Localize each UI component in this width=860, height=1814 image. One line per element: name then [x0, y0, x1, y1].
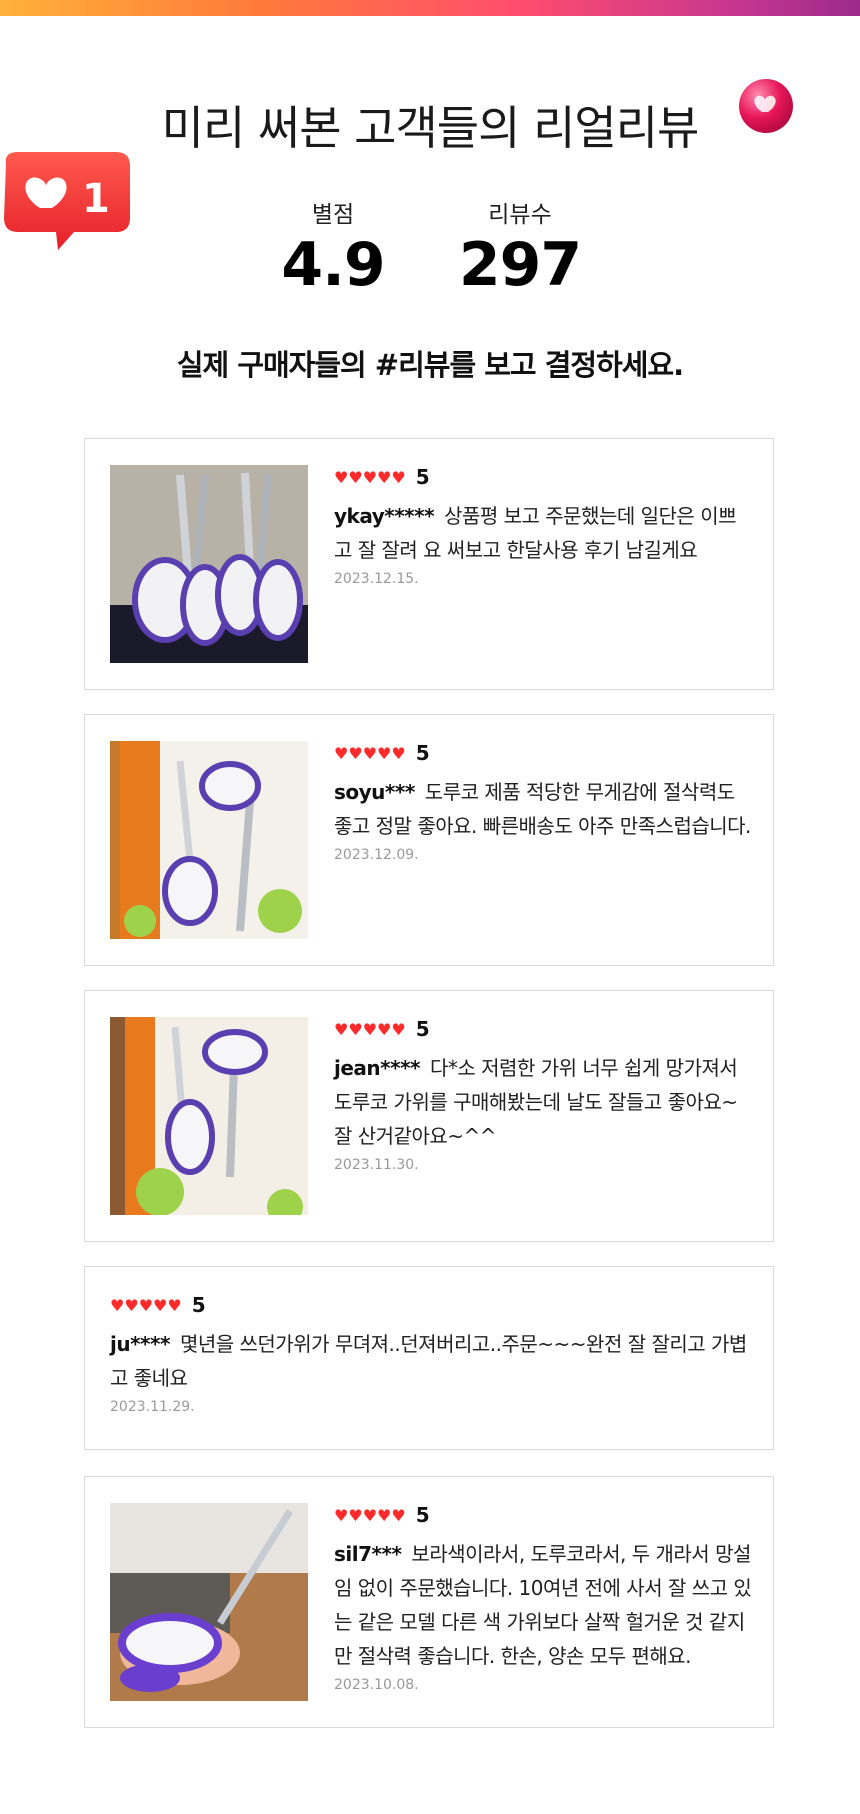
scissors-box-photo-icon[interactable]: [110, 741, 308, 939]
review-rating: ♥♥♥♥♥ 5: [110, 1291, 753, 1319]
review-content: ♥♥♥♥♥ 5 ykay***** 상품평 보고 주문했는데 일단은 이쁘고 잘 …: [334, 463, 753, 587]
review-username: sil7***: [334, 1542, 402, 1566]
review-score: 5: [415, 741, 430, 765]
scissors-box-photo-icon[interactable]: [110, 1017, 308, 1215]
heart-rating-icon: ♥♥♥♥♥: [334, 1019, 406, 1039]
rating-value: 4.9: [281, 230, 385, 300]
review-text: 몇년을 쓰던가위가 무뎌져..던져버리고..주문~~~완전 잘 잘리고 가볍고 …: [110, 1332, 747, 1390]
review-card: ♥♥♥♥♥ 5 jean**** 다*소 저렴한 가위 너무 쉽게 망가져서 도루…: [84, 990, 774, 1242]
heart-rating-icon: ♥♥♥♥♥: [110, 1295, 182, 1315]
page-subtitle: 실제 구매자들의 #리뷰를 보고 결정하세요.: [176, 348, 684, 382]
review-count-label: 리뷰수: [488, 202, 552, 228]
heart-rating-icon: ♥♥♥♥♥: [334, 743, 406, 763]
review-username: soyu***: [334, 780, 415, 804]
page-title: 미리 써본 고객들의 리얼리뷰: [161, 101, 700, 155]
review-username: jean****: [334, 1056, 421, 1080]
review-text-block: sil7*** 보라색이라서, 도루코라서, 두 개라서 망설임 없이 주문했습니…: [334, 1537, 753, 1673]
heart-orb-icon: [738, 78, 794, 134]
review-score: 5: [415, 1503, 430, 1527]
review-content: ♥♥♥♥♥ 5 soyu*** 도루코 제품 적당한 무게감에 절삭력도 좋고 정…: [334, 739, 753, 863]
review-count-stat: 리뷰수 297: [440, 195, 600, 299]
review-text-block: ju**** 몇년을 쓰던가위가 무뎌져..던져버리고..주문~~~완전 잘 잘리…: [110, 1327, 753, 1395]
review-rating: ♥♥♥♥♥ 5: [334, 1501, 753, 1529]
review-score: 5: [415, 465, 430, 489]
review-date: 2023.11.29.: [110, 1399, 195, 1415]
review-rating: ♥♥♥♥♥ 5: [334, 1015, 753, 1043]
review-date: 2023.11.30.: [334, 1157, 419, 1173]
review-card: ♥♥♥♥♥ 5 ju**** 몇년을 쓰던가위가 무뎌져..던져버리고..주문~~…: [84, 1266, 774, 1450]
rating-label: 별점: [311, 202, 355, 228]
top-gradient-bar: [0, 0, 860, 16]
scissors-photo-icon[interactable]: [110, 465, 308, 663]
review-username: ju****: [110, 1332, 170, 1356]
review-username: ykay*****: [334, 504, 435, 528]
review-date: 2023.12.09.: [334, 847, 419, 863]
heart-rating-icon: ♥♥♥♥♥: [334, 1505, 406, 1525]
review-text-block: ykay***** 상품평 보고 주문했는데 일단은 이쁘고 잘 잘려 요 써보고…: [334, 499, 753, 567]
review-text-block: jean**** 다*소 저렴한 가위 너무 쉽게 망가져서 도루코 가위를 구매…: [334, 1051, 753, 1153]
review-card: ♥♥♥♥♥ 5 sil7*** 보라색이라서, 도루코라서, 두 개라서 망설임 …: [84, 1476, 774, 1728]
scissors-hand-photo-icon[interactable]: [110, 1503, 308, 1701]
review-score: 5: [191, 1293, 206, 1317]
review-content: ♥♥♥♥♥ 5 ju**** 몇년을 쓰던가위가 무뎌져..던져버리고..주문~~…: [110, 1291, 753, 1415]
review-date: 2023.10.08.: [334, 1677, 419, 1693]
rating-stat: 별점 4.9: [253, 195, 413, 299]
review-score: 5: [415, 1017, 430, 1041]
review-rating: ♥♥♥♥♥ 5: [334, 463, 753, 491]
review-card: ♥♥♥♥♥ 5 ykay***** 상품평 보고 주문했는데 일단은 이쁘고 잘 …: [84, 438, 774, 690]
review-date: 2023.12.15.: [334, 571, 419, 587]
stats-section: 별점 4.9 리뷰수 297: [0, 195, 860, 299]
review-rating: ♥♥♥♥♥ 5: [334, 739, 753, 767]
review-card: ♥♥♥♥♥ 5 soyu*** 도루코 제품 적당한 무게감에 절삭력도 좋고 정…: [84, 714, 774, 966]
review-count-value: 297: [458, 230, 582, 300]
heart-rating-icon: ♥♥♥♥♥: [334, 467, 406, 487]
review-content: ♥♥♥♥♥ 5 sil7*** 보라색이라서, 도루코라서, 두 개라서 망설임 …: [334, 1501, 753, 1693]
review-text-block: soyu*** 도루코 제품 적당한 무게감에 절삭력도 좋고 정말 좋아요. 빠…: [334, 775, 753, 843]
review-content: ♥♥♥♥♥ 5 jean**** 다*소 저렴한 가위 너무 쉽게 망가져서 도루…: [334, 1015, 753, 1173]
